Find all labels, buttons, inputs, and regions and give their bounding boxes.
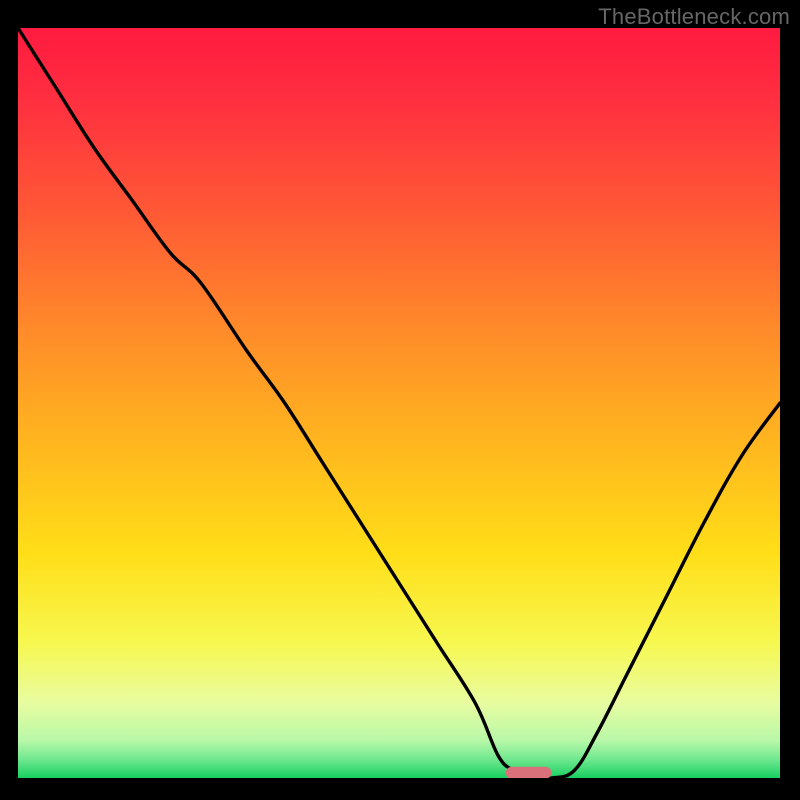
bottleneck-chart	[18, 28, 780, 778]
chart-frame: TheBottleneck.com	[0, 0, 800, 800]
gradient-background	[18, 28, 780, 778]
plot-area	[18, 28, 780, 778]
watermark-text: TheBottleneck.com	[598, 4, 790, 30]
optimum-marker	[506, 767, 552, 778]
